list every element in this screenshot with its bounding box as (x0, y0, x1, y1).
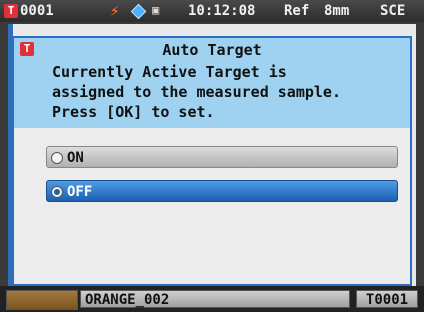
radio-checked-icon (51, 186, 63, 198)
sample-name: ORANGE_002 (80, 290, 350, 308)
dialog-message-line: Currently Active Target is (52, 63, 287, 81)
option-label: OFF (67, 184, 93, 200)
option-off[interactable]: OFF (46, 180, 398, 202)
target-number: 0001 (20, 3, 54, 19)
status-bar: T 0001 ⚡ ▣ 10:12:08 Ref 8mm SCE (0, 0, 424, 22)
option-label: ON (67, 150, 84, 166)
clock-time: 10:12:08 (188, 3, 256, 19)
dialog-message-line: assigned to the measured sample. (52, 83, 341, 101)
dialog-title: Auto Target (162, 41, 262, 59)
sd-card-icon: ▣ (152, 3, 160, 17)
auto-target-dialog: T Auto Target Currently Active Target is… (12, 36, 412, 286)
sample-color-swatch (6, 290, 78, 310)
bottom-bar: ORANGE_002 T0001 (0, 286, 424, 312)
aperture-indicator: 8mm (324, 3, 350, 19)
dialog-message: Currently Active Target is assigned to t… (52, 62, 408, 122)
target-icon: T (4, 4, 18, 18)
specular-indicator: SCE (380, 3, 406, 19)
dialog-header: T Auto Target Currently Active Target is… (14, 38, 410, 128)
dialog-message-line: Press [OK] to set. (52, 103, 215, 121)
reference-indicator: Ref (284, 3, 310, 19)
radio-unchecked-icon (51, 152, 63, 164)
option-on[interactable]: ON (46, 146, 398, 168)
diamond-icon (130, 3, 147, 20)
target-id: T0001 (356, 290, 418, 308)
lightning-icon: ⚡ (110, 1, 120, 20)
